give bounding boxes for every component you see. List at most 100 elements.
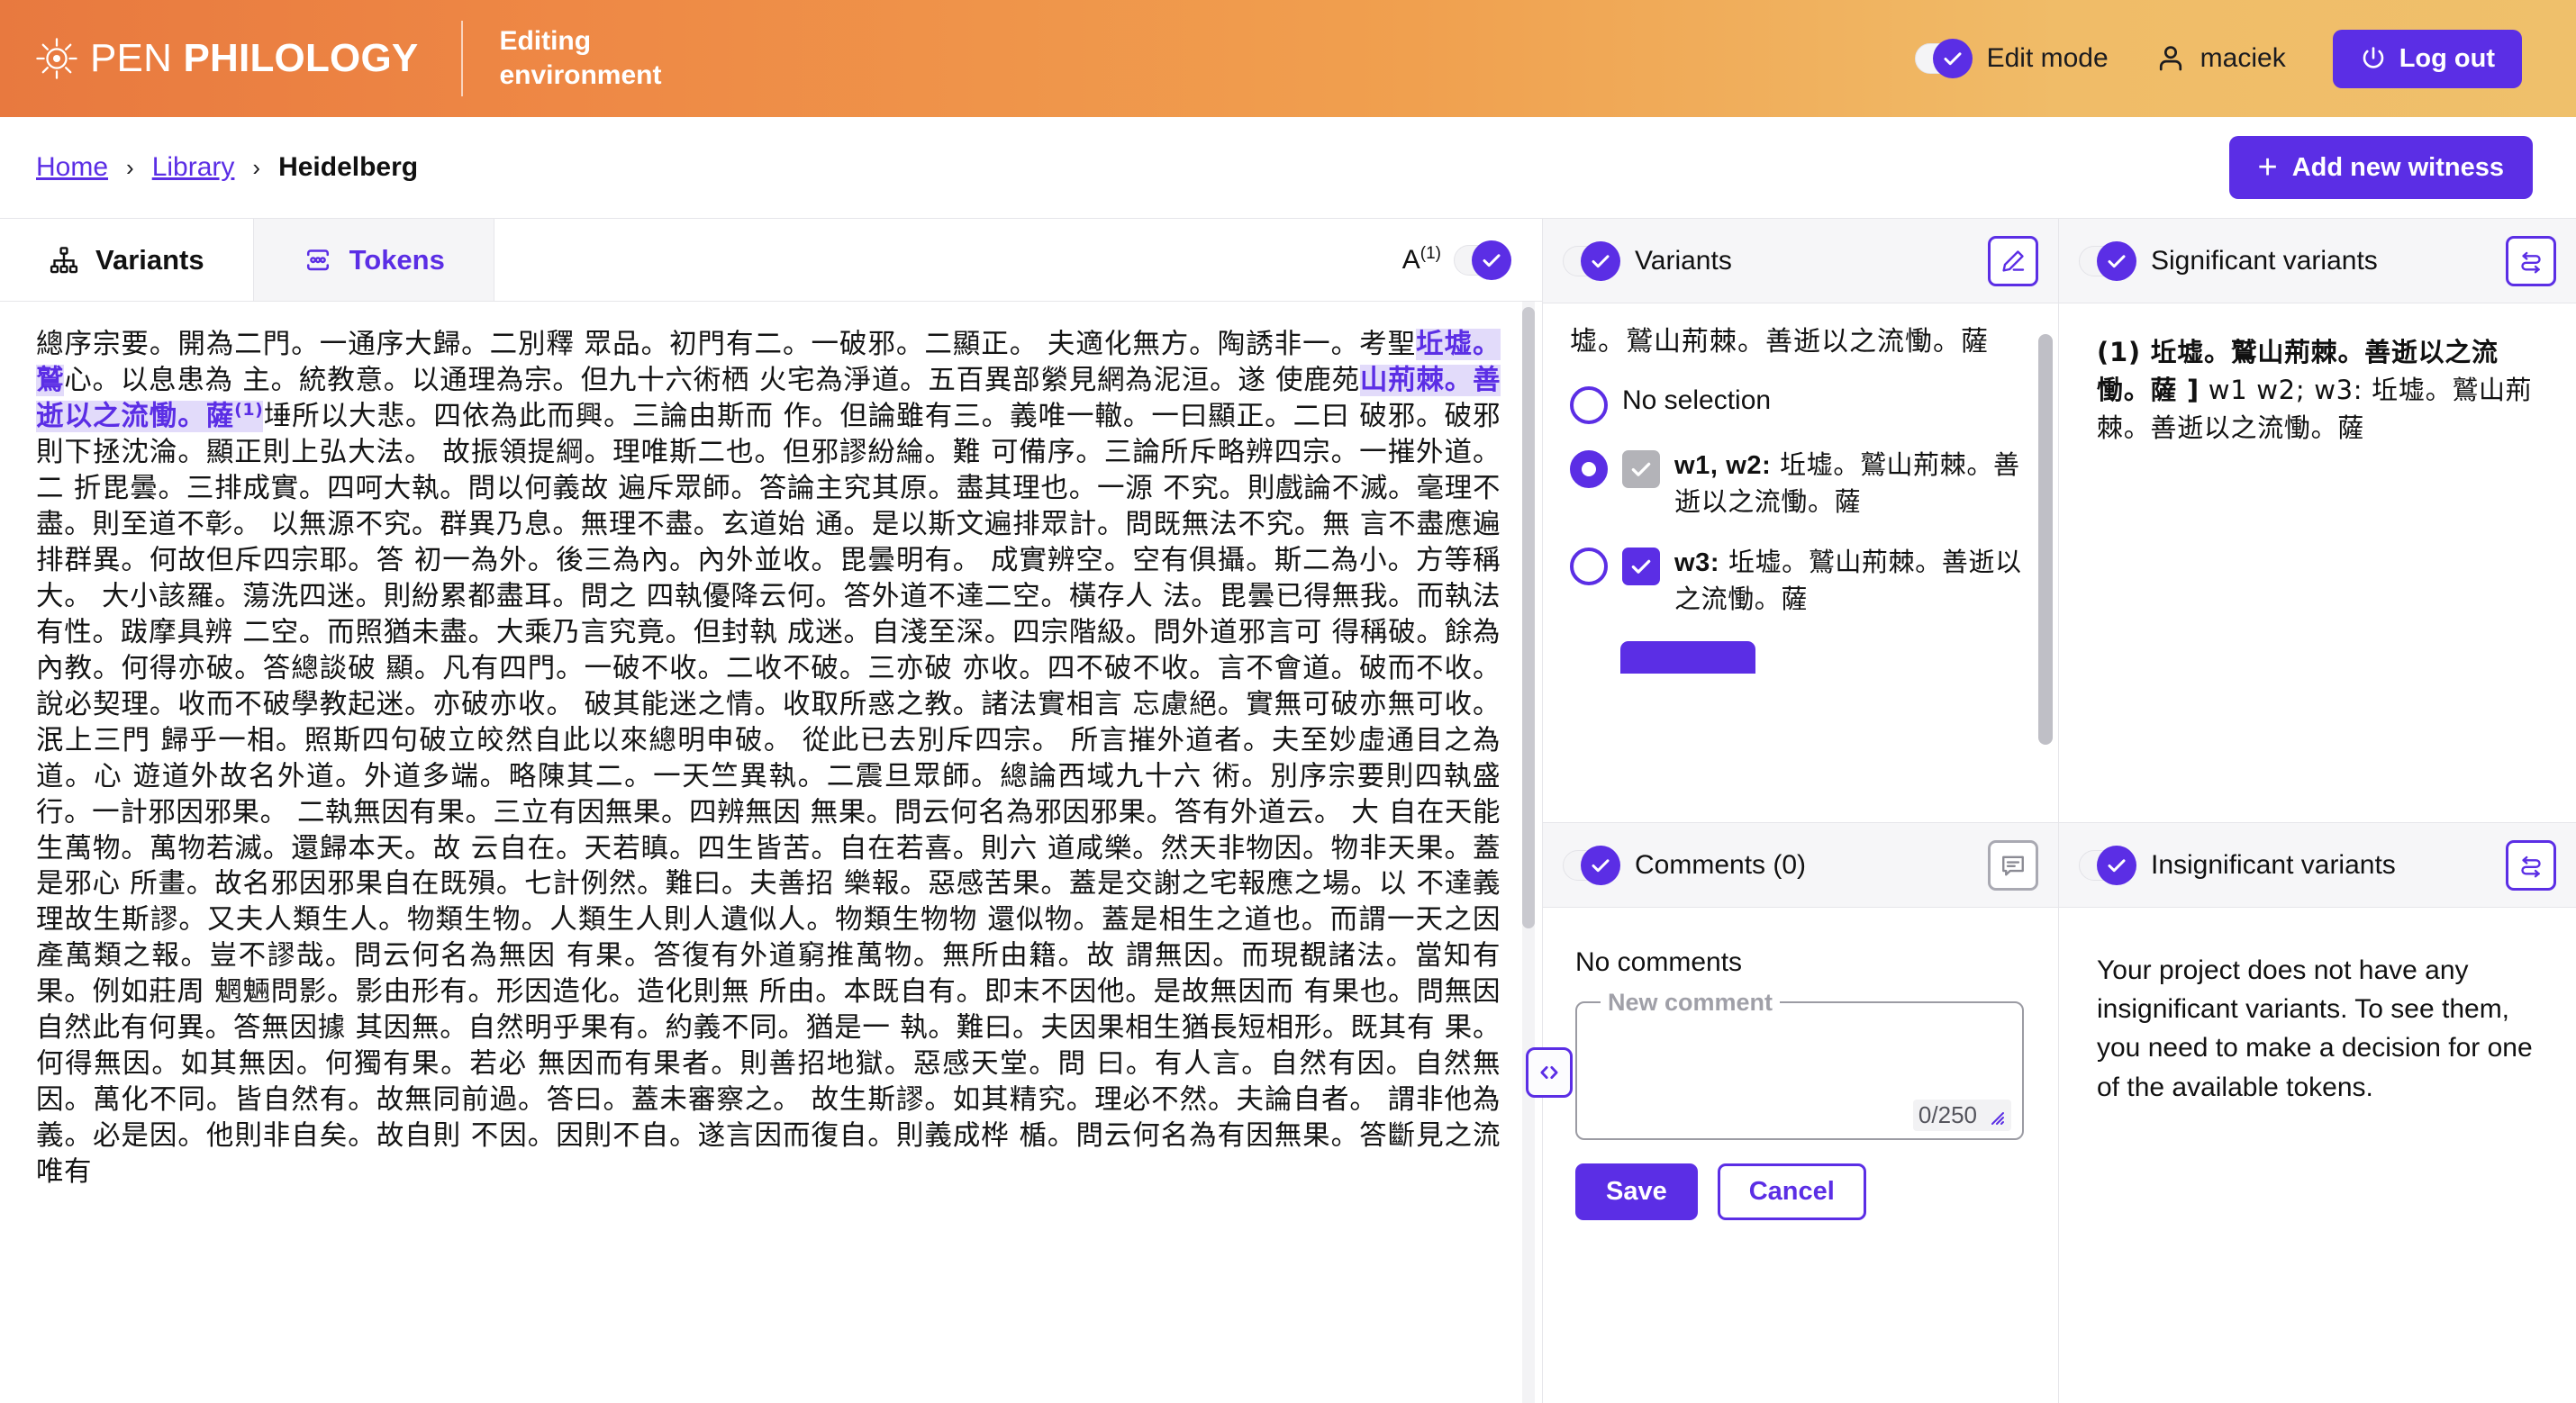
text-scrollbar-thumb[interactable] [1522,307,1535,928]
header-divider [461,21,464,96]
checkbox-w3[interactable] [1622,547,1660,585]
apparatus-letter: A [1401,245,1420,275]
save-comment-button[interactable]: Save [1575,1163,1698,1220]
manuscript-text-pane[interactable]: 總序宗要。開為二門。一通序大歸。二別釋 眾品。初門有二。一破邪。二顯正。 夫適化… [0,302,1542,1403]
tokens-icon [303,245,333,276]
comments-panel-toggle[interactable] [1563,845,1620,885]
insignificant-variants-body: Your project does not have any insignifi… [2059,908,2576,1403]
add-new-witness-label: Add new witness [2291,152,2504,182]
apparatus-toggle[interactable] [1454,240,1511,280]
significant-variants-header: Significant variants [2059,219,2576,303]
variant-lead-text: 墟。鷲山荊棘。善逝以之流慟。薩 [1570,326,1989,358]
variants-column: Variants 墟。鷲山荊棘。善逝以之流慟。薩 No selection w1… [1542,219,2059,1403]
breadcrumb-separator: › [126,153,134,181]
toggle-knob [1581,845,1620,885]
code-collapse-icon [1537,1060,1562,1085]
variant-option-w3[interactable]: w3: 坵墟。鷲山荊棘。善逝以之流慟。薩 [1570,545,2031,618]
variant-option-no-selection[interactable]: No selection [1570,384,2031,425]
check-icon [1483,253,1501,267]
toggle-knob [1581,240,1620,281]
toggle-knob [1472,240,1511,280]
check-icon [2108,254,2126,267]
check-icon [1631,559,1651,574]
apparatus-superscript: (1) [1420,244,1441,263]
comment-actions: Save Cancel [1575,1163,2031,1220]
radio-no-selection[interactable] [1570,386,1608,425]
logout-button[interactable]: Log out [2332,29,2522,88]
check-icon [1631,463,1651,477]
user-menu[interactable]: maciek [2155,43,2286,74]
text-column: Variants Tokens A(1) 總序宗要。開為二門。一通序大歸。二別釋… [0,219,1573,1403]
significant-variants-body: (1) 坵墟。鷲山荊棘。善逝以之流慟。薩 ] w1 w2; w3: 坵墟。鷲山荊… [2059,303,2576,822]
toggle-knob [2097,845,2136,885]
variant-witness-label: w3: [1674,548,1720,577]
toggle-knob [1932,39,1973,78]
app-header: PEN PHILOLOGY Editing environment Edit m… [0,0,2576,117]
radio-w3[interactable] [1570,547,1608,585]
edit-mode-label: Edit mode [1986,43,2109,73]
radio-w1-w2[interactable] [1570,450,1608,489]
text-line: 因。他則非自矣。故自則 不因。因則不自。遂言因而復自。則義成桦 楯。問云何名為有… [36,1120,1501,1189]
resize-handle-icon[interactable] [1984,1105,2006,1127]
check-icon [2108,858,2126,872]
edit-mode-control[interactable]: Edit mode [1914,39,2109,78]
checkbox-w1-w2[interactable] [1622,450,1660,489]
tab-variants-label: Variants [95,243,204,276]
username-label: maciek [2200,43,2286,73]
check-icon [1592,254,1610,267]
tab-bar: Variants Tokens A(1) [0,219,1542,302]
text-line: 總序宗要。開為二門。一通序大歸。二別釋 眾品。初門有二。一破邪。二顯正。 夫適化… [36,329,1417,360]
insignificant-variants-toggle[interactable] [2079,845,2136,885]
workspace: Variants Tokens A(1) 總序宗要。開為二門。一通序大歸。二別釋… [0,218,2576,1403]
insignificant-variants-panel: Insignificant variants Your project does… [2059,822,2576,1403]
new-comment-field[interactable]: New comment 0/250 [1575,989,2024,1140]
variants-panel-toggle[interactable] [1563,240,1620,281]
brand-logo[interactable]: PEN PHILOLOGY [36,36,418,81]
significant-variants-swap-button[interactable] [2506,235,2556,286]
variants-panel-body[interactable]: 墟。鷲山荊棘。善逝以之流慟。薩 No selection w1, w2: 坵墟。… [1543,303,2058,822]
breadcrumb-item-home[interactable]: Home [36,152,108,183]
panel-collapse-handle[interactable] [1526,1047,1573,1098]
no-comments-text: No comments [1575,947,1743,977]
text-line: 埵所以大悲。四依為此而興。三論由斯而 作。但論雖有三。義唯一轍。一曰顯正。 [263,401,1293,433]
apparatus-column: Significant variants (1) 坵墟。鷲山荊棘。善逝以之流慟。… [2059,219,2576,1403]
comment-bubble-icon [2000,852,2027,879]
significant-variants-panel: Significant variants (1) 坵墟。鷲山荊棘。善逝以之流慟。… [2059,219,2576,822]
breadcrumb: Home › Library › Heidelberg [36,152,418,183]
add-new-witness-button[interactable]: + Add new witness [2228,136,2533,199]
breadcrumb-item-library[interactable]: Library [152,152,235,183]
brand-philology: PHILOLOGY [183,36,419,80]
character-counter-text: 0/250 [1918,1101,1977,1128]
insignificant-variants-header: Insignificant variants [2059,823,2576,908]
comments-action-button[interactable] [1988,839,2038,891]
comments-panel-header: Comments (0) [1543,823,2058,908]
logout-label: Log out [2399,43,2495,73]
hierarchy-icon [49,245,79,276]
edit-mode-toggle[interactable] [1914,39,1973,78]
variant-option-label: No selection [1622,385,1772,416]
manuscript-text: 總序宗要。開為二門。一通序大歸。二別釋 眾品。初門有二。一破邪。二顯正。 夫適化… [0,302,1542,1190]
comments-panel-body: No comments New comment 0/250 Save Cance… [1543,908,2058,1403]
significant-variants-toggle[interactable] [2079,240,2136,281]
brand-open: PEN [90,36,184,80]
swap-arrows-icon [2517,248,2544,275]
text-line: 心。以息患為 主。統教意。以通理為宗。但九十六術栖 火宅為淨道。五百異部縈見網為… [64,364,1360,396]
breadcrumb-separator: › [252,153,261,181]
insignificant-variants-swap-button[interactable] [2506,839,2556,891]
variant-option-w1-w2[interactable]: w1, w2: 坵墟。鷲山荊棘。善逝以之流慟。薩 [1570,448,2031,520]
header-subtitle: Editing environment [499,25,662,90]
variant-witness-label: w1, w2: [1674,451,1772,481]
plus-icon: + [2257,149,2278,186]
tab-tokens[interactable]: Tokens [253,219,494,301]
breadcrumb-bar: Home › Library › Heidelberg + Add new wi… [0,117,2576,218]
toggle-knob [2097,240,2136,281]
cancel-comment-button[interactable]: Cancel [1717,1163,1866,1220]
variants-apply-button-partial[interactable] [1620,641,1755,674]
apparatus-control: A(1) [1402,219,1542,301]
edit-variants-button[interactable] [1988,235,2038,286]
insignificant-variants-empty-text: Your project does not have any insignifi… [2097,955,2533,1102]
swap-arrows-icon [2517,852,2544,879]
variants-scrollbar-thumb[interactable] [2038,334,2053,745]
tab-variants[interactable]: Variants [0,219,254,301]
variants-panel-header: Variants [1543,219,2058,303]
